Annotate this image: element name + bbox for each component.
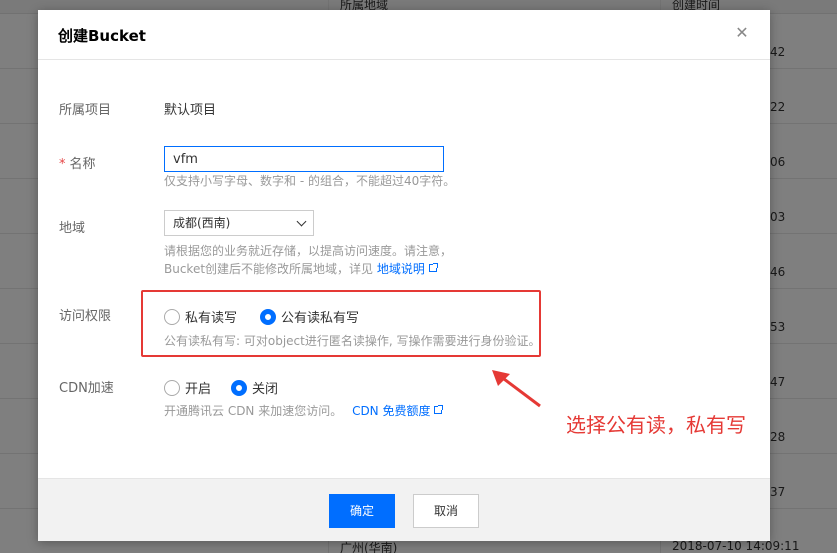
chevron-down-icon (296, 216, 307, 227)
radio-cdn-off[interactable]: 关闭 (231, 378, 278, 397)
annotation-text: 选择公有读，私有写 (566, 413, 746, 437)
region-selected-value: 成都(西南) (173, 216, 231, 230)
project-label: 所属项目 (59, 103, 112, 118)
dialog-title: 创建Bucket (58, 27, 146, 45)
highlight-box (141, 290, 541, 357)
project-value: 默认项目 (164, 103, 217, 118)
cdn-free-quota-link[interactable]: CDN 免费额度 (352, 404, 430, 418)
region-doc-link[interactable]: 地域说明 (377, 262, 425, 276)
region-select[interactable]: 成都(西南) (164, 210, 314, 236)
radio-unchecked-icon (164, 379, 180, 396)
annotation-arrow-icon (492, 370, 541, 408)
dialog-footer: 确定 取消 (38, 478, 770, 541)
region-hint: 请根据您的业务就近存储，以提高访问速度。请注意， Bucket创建后不能修改所属… (164, 244, 453, 276)
radio-cdn-on[interactable]: 开启 (164, 378, 211, 397)
dialog-header: 创建Bucket ✕ (38, 10, 770, 60)
required-mark: * (59, 157, 66, 172)
name-label: * 名称 (59, 157, 96, 172)
cdn-hint: 开通腾讯云 CDN 来加速您访问。 CDN 免费额度 (164, 402, 444, 420)
bucket-name-input[interactable] (164, 146, 444, 172)
create-bucket-dialog: 创建Bucket ✕ 所属项目 默认项目 *名称 仅支持小写字母、数字和 - 的… (38, 10, 770, 541)
access-label: 访问权限 (59, 309, 112, 324)
cancel-button[interactable]: 取消 (413, 494, 479, 528)
region-label: 地域 (59, 221, 86, 236)
cdn-label: CDN加速 (59, 381, 114, 396)
name-hint: 仅支持小写字母、数字和 - 的组合，不能超过40字符。 (164, 174, 456, 188)
close-icon[interactable]: ✕ (734, 24, 750, 42)
radio-checked-icon (231, 379, 247, 396)
confirm-button[interactable]: 确定 (329, 494, 395, 528)
external-link-icon (428, 263, 438, 272)
external-link-icon (434, 405, 444, 414)
